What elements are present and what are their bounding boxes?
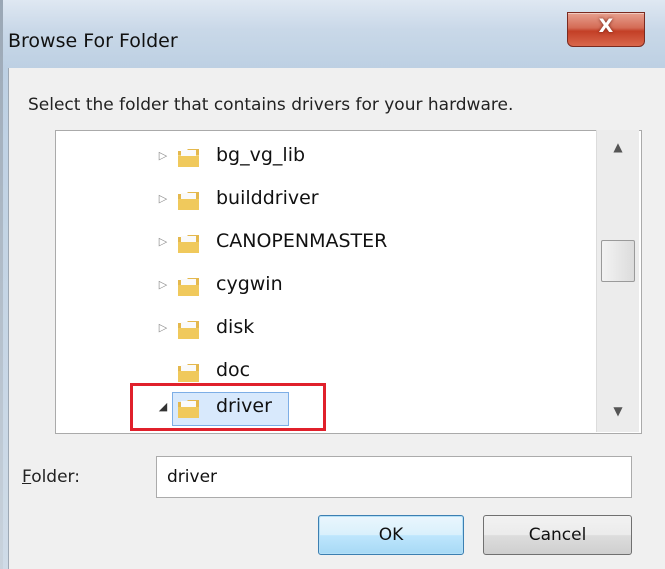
window-title: Browse For Folder — [8, 30, 178, 52]
folder-name: bg_vg_lib — [216, 144, 306, 166]
browse-for-folder-dialog: Browse For Folder X Select the folder th… — [0, 0, 665, 569]
cancel-button[interactable]: Cancel — [483, 515, 632, 555]
folder-name: disk — [216, 316, 255, 338]
folder-icon — [178, 321, 199, 339]
scroll-down-button[interactable]: ▼ — [597, 396, 639, 426]
close-icon: X — [598, 15, 614, 37]
folder-name: builddriver — [216, 187, 319, 209]
expand-arrow-icon[interactable]: ▷ — [157, 149, 169, 163]
expand-arrow-icon[interactable]: ▷ — [157, 192, 169, 206]
folder-icon — [178, 235, 199, 253]
annotation-highlight-box — [130, 383, 326, 431]
folder-field-label: Folder: — [22, 467, 80, 487]
ok-button[interactable]: OK — [318, 515, 464, 555]
tree-item[interactable]: ▷ bg_vg_lib — [56, 135, 586, 181]
folder-icon — [178, 278, 199, 296]
folder-input[interactable] — [156, 456, 632, 498]
scroll-up-button[interactable]: ▲ — [597, 132, 639, 162]
tree-item[interactable]: ▷ CANOPENMASTER — [56, 221, 586, 267]
folder-icon — [178, 149, 199, 167]
window-edge — [0, 0, 3, 569]
tree-item[interactable]: ▷ builddriver — [56, 178, 586, 224]
tree-item[interactable]: ▷ disk — [56, 307, 586, 353]
folder-icon — [178, 192, 199, 210]
expand-arrow-icon[interactable]: ▷ — [157, 278, 169, 292]
chevron-down-icon: ▼ — [613, 404, 623, 418]
title-bar[interactable]: Browse For Folder X — [0, 0, 665, 68]
expand-arrow-icon[interactable]: ▷ — [157, 321, 169, 335]
folder-icon — [178, 364, 199, 382]
folder-name: CANOPENMASTER — [216, 230, 388, 252]
folder-name: doc — [216, 359, 251, 381]
folder-name: cygwin — [216, 273, 283, 295]
close-button[interactable]: X — [567, 12, 645, 47]
scroll-thumb[interactable] — [601, 240, 635, 282]
tree-scrollbar[interactable]: ▲ ▼ — [596, 130, 639, 432]
expand-arrow-icon[interactable]: ▷ — [157, 235, 169, 249]
instruction-text: Select the folder that contains drivers … — [28, 95, 514, 115]
chevron-up-icon: ▲ — [613, 140, 623, 154]
folder-label-text: older: — [31, 467, 80, 487]
tree-item[interactable]: ▷ cygwin — [56, 264, 586, 310]
folder-label-accelerator: F — [22, 467, 32, 487]
